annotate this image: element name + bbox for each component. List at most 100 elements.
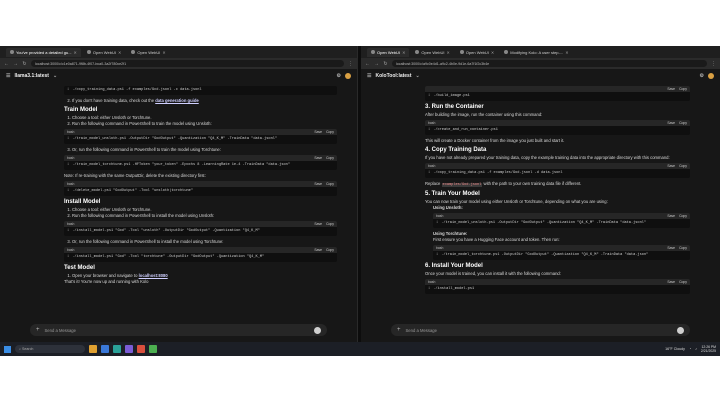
right-browser-window: Open WebUI ✕ Open WebUI ✕ Open WebUI ✕ Modi… — [361, 46, 720, 342]
close-tab-icon[interactable]: ✕ — [565, 50, 568, 55]
message-input[interactable]: Send a Message — [406, 328, 672, 333]
copy-button[interactable]: Copy — [679, 280, 687, 284]
section-heading: Install Model — [64, 199, 101, 205]
browser-tab[interactable]: Open WebUI ✕ — [411, 48, 453, 57]
send-icon[interactable] — [314, 326, 321, 334]
copy-button[interactable]: Copy — [326, 222, 334, 226]
chevron-down-icon[interactable]: ⌄ — [53, 73, 57, 79]
close-tab-icon[interactable]: ✕ — [402, 50, 405, 55]
forward-icon[interactable]: → — [374, 61, 379, 67]
copy-button[interactable]: Copy — [326, 130, 334, 134]
save-button[interactable]: Save — [667, 280, 675, 284]
browser-tab[interactable]: You've provided a detailed gu... ✕ — [6, 47, 81, 57]
list-item: Run the following command in PowerShell … — [72, 213, 337, 219]
chevron-down-icon[interactable]: ⌄ — [416, 73, 420, 79]
app-icon[interactable] — [113, 345, 121, 353]
close-tab-icon[interactable]: ✕ — [118, 50, 121, 55]
browser-tab[interactable]: Modifying Kolo: A user step-... ✕ — [500, 48, 572, 57]
copy-button[interactable]: Copy — [679, 246, 687, 250]
left-browser-window: You've provided a detailed gu... ✕ Open W… — [0, 46, 358, 342]
settings-icon[interactable]: ⚙ — [700, 73, 704, 79]
app-icon[interactable] — [149, 345, 157, 353]
browser-tab[interactable]: Open WebUI ✕ — [83, 48, 125, 57]
address-bar: ← → ↻ localhost:3000/c/c1e0a871-9f8b-4f0… — [0, 58, 357, 69]
taskbar: ⌕ Search 16°F Cloudy ◔ ♪ 12:26 PM 2/21/2… — [0, 342, 720, 356]
save-button[interactable]: Save — [314, 222, 322, 226]
save-button[interactable]: Save — [667, 87, 675, 91]
copy-button[interactable]: Copy — [679, 121, 687, 125]
close-tab-icon[interactable]: ✕ — [162, 50, 165, 55]
wifi-icon[interactable]: ◔ — [689, 347, 691, 351]
save-button[interactable]: Save — [667, 121, 675, 125]
copy-button[interactable]: Copy — [326, 182, 334, 186]
model-selector[interactable]: llama3.1:latest — [14, 73, 48, 79]
save-button[interactable]: Save — [314, 248, 322, 252]
browser-tab[interactable]: Open WebUI ✕ — [367, 47, 410, 57]
back-icon[interactable]: ← — [4, 61, 9, 67]
weather-widget[interactable]: 16°F Cloudy — [665, 347, 685, 351]
browser-tab[interactable]: Open WebUI ✕ — [456, 48, 498, 57]
back-icon[interactable]: ← — [365, 61, 370, 67]
copy-button[interactable]: Copy — [326, 248, 334, 252]
save-button[interactable]: Save — [667, 214, 675, 218]
section-heading: 6. Install Your Model — [425, 263, 483, 269]
copy-button[interactable]: Copy — [679, 214, 687, 218]
save-button[interactable]: Save — [667, 164, 675, 168]
browser-app-icon[interactable] — [101, 345, 109, 353]
settings-icon[interactable]: ⚙ — [337, 73, 341, 79]
close-tab-icon[interactable]: ✕ — [446, 50, 449, 55]
avatar[interactable] — [708, 73, 714, 79]
desktop-screen: You've provided a detailed gu... ✕ Open W… — [0, 46, 720, 356]
code-block: bash Save Copy 1 ./create_and_run_container… — [425, 120, 690, 135]
code-block: bash Save Copy 1 ./train_model_torchtune.ps… — [433, 245, 690, 260]
file-explorer-icon[interactable] — [89, 345, 97, 353]
favicon-icon — [459, 50, 464, 54]
url-field[interactable]: localhost:3000/c/c1e0a871-9f8b-4f07-bca0… — [31, 60, 344, 67]
voice-icon[interactable] — [677, 326, 684, 334]
url-field[interactable]: localhost:3000/c/a9c0e4d1-a9c2-4b0e-9d1e… — [392, 60, 707, 67]
address-bar: ← → ↻ localhost:3000/c/a9c0e4d1-a9c2-4b0… — [361, 58, 720, 69]
save-button[interactable]: Save — [314, 130, 322, 134]
taskbar-search[interactable]: ⌕ Search — [15, 345, 85, 353]
save-button[interactable]: Save — [314, 182, 322, 186]
list-item: Or, run the following command in PowerSh… — [72, 147, 337, 153]
sidebar-toggle-icon[interactable]: ☰ — [6, 73, 10, 79]
plus-icon[interactable]: + — [36, 327, 40, 333]
reload-icon[interactable]: ↻ — [383, 61, 388, 67]
copy-button[interactable]: Copy — [679, 87, 687, 91]
copy-button[interactable]: Copy — [679, 164, 687, 168]
app-header: ☰ KoloTool:latest ⌄ ⚙ — [361, 69, 720, 83]
code-block: bash Save Copy 1 ./train_model_torchtune.ps… — [64, 155, 337, 170]
data-guide-link[interactable]: data generation guide — [155, 98, 199, 103]
message-bar: + Send a Message — [30, 324, 327, 336]
code-block: 1 ./copy_training_data.ps1 -f examples/9c… — [64, 86, 337, 95]
forward-icon[interactable]: → — [13, 61, 18, 67]
chat-content: Save Copy 1 ./build_image.ps1 3. Run the C… — [425, 84, 690, 318]
localhost-link[interactable]: localhost:8080 — [139, 273, 168, 278]
favicon-icon — [10, 50, 14, 54]
app-icon[interactable] — [137, 345, 145, 353]
menu-icon[interactable]: ⋮ — [711, 61, 716, 67]
close-tab-icon[interactable]: ✕ — [491, 50, 494, 55]
section-heading: Test Model — [64, 265, 95, 271]
windows-start-icon[interactable] — [4, 345, 11, 353]
plus-icon[interactable]: + — [397, 327, 401, 333]
reload-icon[interactable]: ↻ — [22, 61, 27, 67]
section-heading: 5. Train Your Model — [425, 191, 480, 197]
copy-button[interactable]: Copy — [326, 156, 334, 160]
close-tab-icon[interactable]: ✕ — [74, 50, 77, 55]
save-button[interactable]: Save — [314, 156, 322, 160]
list-item: Run the following command in PowerShell … — [72, 121, 337, 127]
browser-tab[interactable]: Open WebUI ✕ — [127, 48, 169, 57]
avatar[interactable] — [345, 73, 351, 79]
save-button[interactable]: Save — [667, 246, 675, 250]
app-icon[interactable] — [125, 345, 133, 353]
volume-icon[interactable]: ♪ — [695, 347, 697, 351]
model-selector[interactable]: KoloTool:latest — [375, 73, 411, 79]
system-clock[interactable]: 12:26 PM 2/21/2025 — [701, 345, 716, 353]
menu-icon[interactable]: ⋮ — [348, 61, 353, 67]
final-text: That's it! You're now up and running wit… — [64, 279, 149, 284]
sidebar-toggle-icon[interactable]: ☰ — [367, 73, 371, 79]
message-input[interactable]: Send a Message — [45, 328, 309, 333]
code-block: bash Save Copy 1 ./install_model.ps1 — [425, 279, 690, 294]
